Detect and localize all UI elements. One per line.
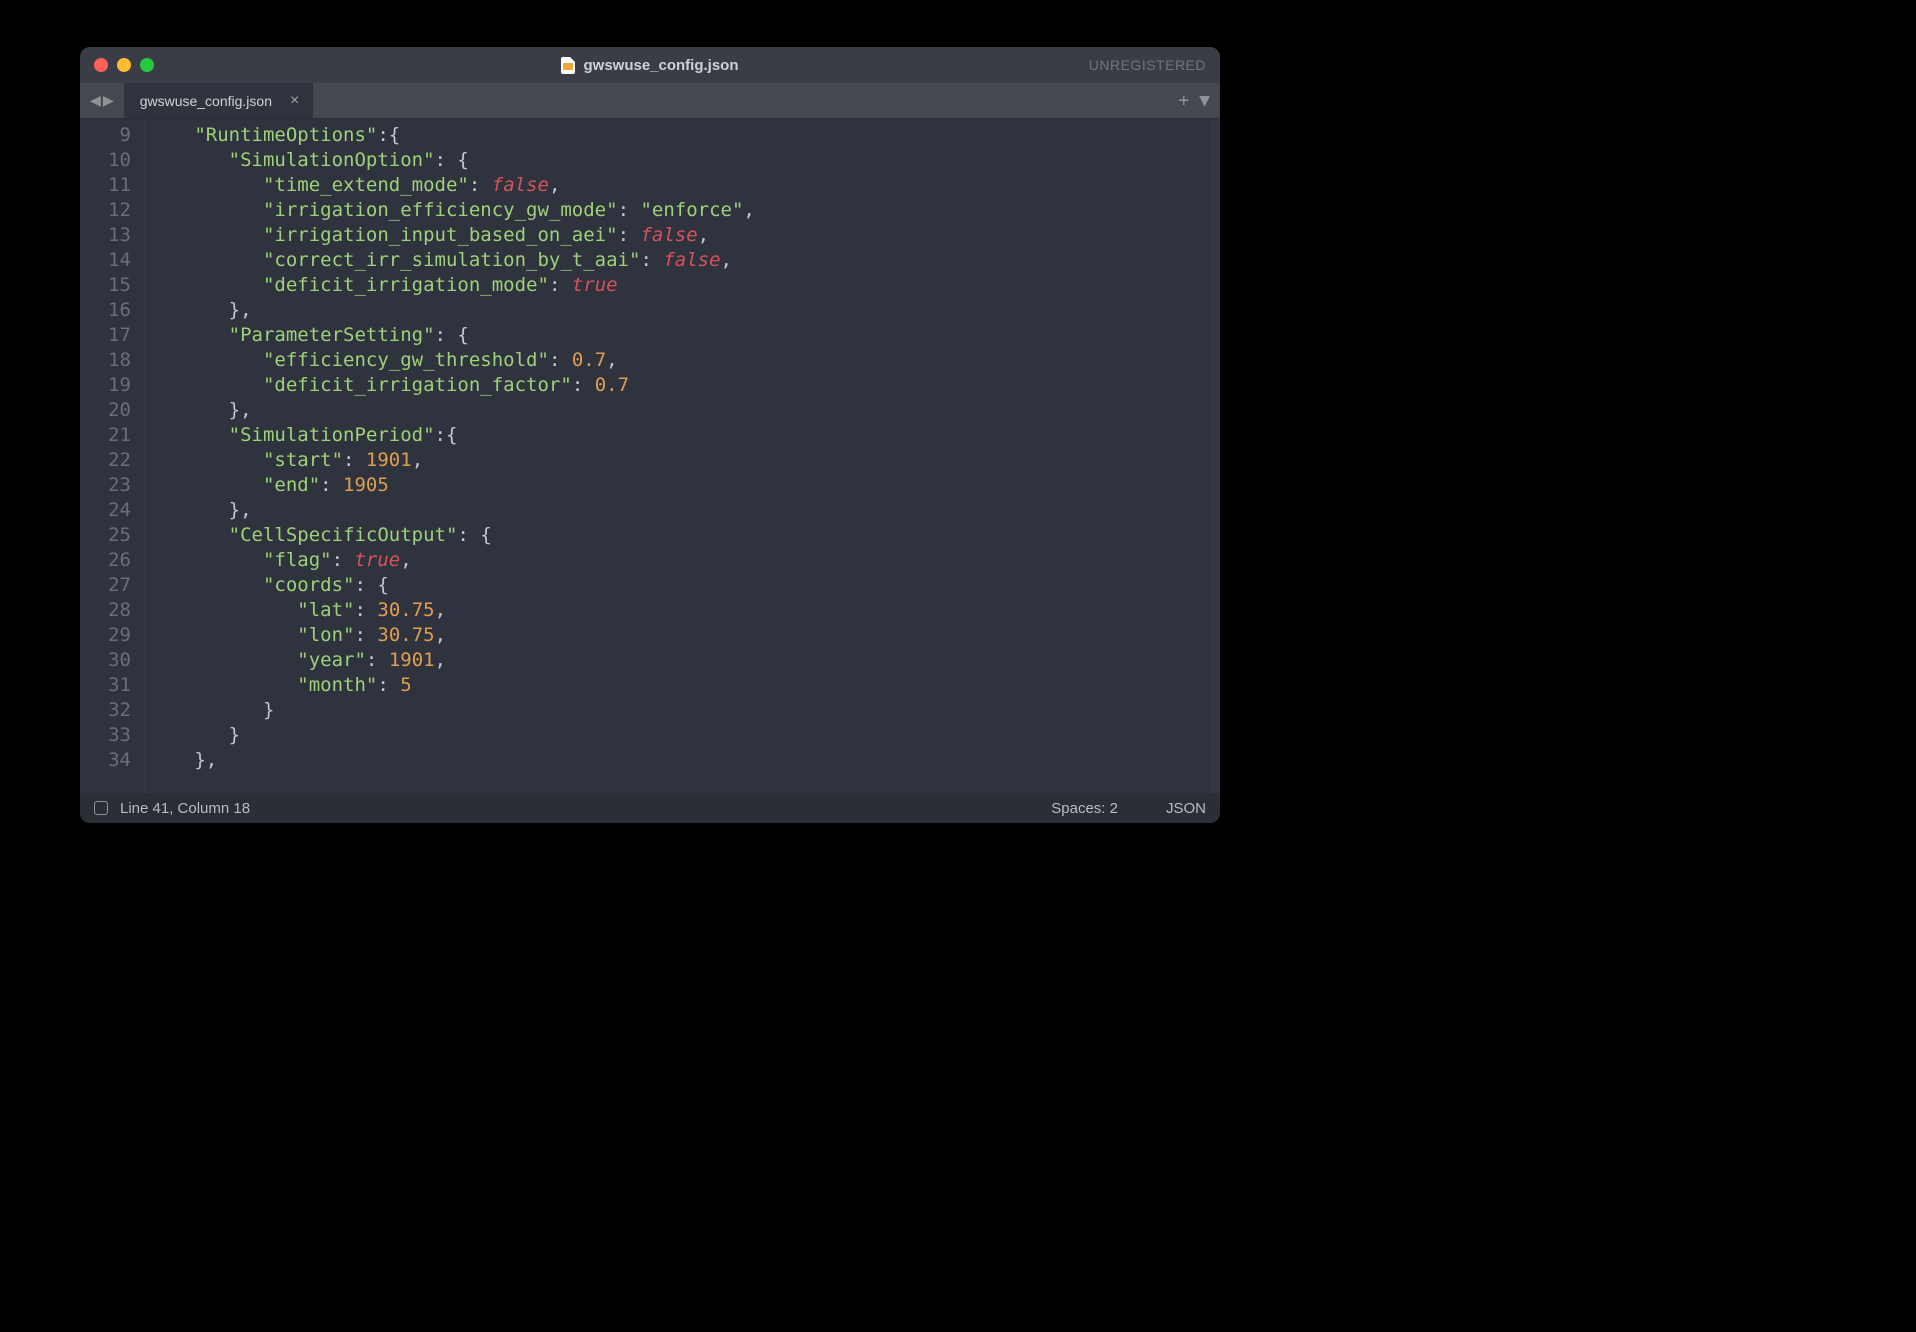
code-line: "coords": { [160,573,1220,598]
tab-close-icon[interactable]: × [290,92,299,110]
line-number: 20 [80,398,145,423]
code-line: }, [160,398,1220,423]
unregistered-label: UNREGISTERED [1089,57,1206,73]
tab-label: gwswuse_config.json [140,93,272,109]
code-line: "CellSpecificOutput": { [160,523,1220,548]
cursor-position[interactable]: Line 41, Column 18 [120,800,250,817]
code-line: "irrigation_efficiency_gw_mode": "enforc… [160,198,1220,223]
file-icon [561,57,575,74]
code-line: "time_extend_mode": false, [160,173,1220,198]
nav-arrows: ◀▶ [80,83,124,118]
line-number: 21 [80,423,145,448]
code-line: "year": 1901, [160,648,1220,673]
minimize-window-button[interactable] [117,58,131,72]
code-line: "SimulationPeriod":{ [160,423,1220,448]
code-line: "deficit_irrigation_factor": 0.7 [160,373,1220,398]
line-number: 23 [80,473,145,498]
line-number: 34 [80,748,145,773]
line-number: 9 [80,123,145,148]
line-number: 24 [80,498,145,523]
line-number: 12 [80,198,145,223]
titlebar: gwswuse_config.json UNREGISTERED [80,47,1220,83]
line-gutter: 9101112131415161718192021222324252627282… [80,119,146,793]
line-number: 29 [80,623,145,648]
code-line: "start": 1901, [160,448,1220,473]
editor-area: 9101112131415161718192021222324252627282… [80,119,1220,793]
code-line: "correct_irr_simulation_by_t_aai": false… [160,248,1220,273]
editor-window: gwswuse_config.json UNREGISTERED ◀▶ gwsw… [80,47,1220,823]
line-number: 31 [80,673,145,698]
line-number: 27 [80,573,145,598]
status-panel-toggle[interactable] [94,801,108,815]
code-line: } [160,723,1220,748]
line-number: 22 [80,448,145,473]
nav-forward-icon[interactable]: ▶ [103,90,114,111]
code-line: "RuntimeOptions":{ [160,123,1220,148]
line-number: 13 [80,223,145,248]
line-number: 33 [80,723,145,748]
tab-active[interactable]: gwswuse_config.json × [124,83,315,118]
line-number: 16 [80,298,145,323]
indent-setting[interactable]: Spaces: 2 [1051,800,1118,817]
window-title-text: gwswuse_config.json [583,57,738,74]
status-bar: Line 41, Column 18 Spaces: 2 JSON [80,793,1220,823]
code-content[interactable]: "RuntimeOptions":{ "SimulationOption": {… [146,119,1220,793]
window-title: gwswuse_config.json [80,57,1220,74]
line-number: 17 [80,323,145,348]
code-line: }, [160,298,1220,323]
new-tab-icon[interactable]: + [1178,90,1189,111]
code-line: "end": 1905 [160,473,1220,498]
traffic-lights [80,58,154,72]
minimap[interactable] [1210,119,1220,793]
nav-back-icon[interactable]: ◀ [90,90,101,111]
code-line: "flag": true, [160,548,1220,573]
code-line: } [160,698,1220,723]
code-line: }, [160,748,1220,773]
syntax-mode[interactable]: JSON [1166,800,1206,817]
line-number: 25 [80,523,145,548]
code-line: "efficiency_gw_threshold": 0.7, [160,348,1220,373]
line-number: 11 [80,173,145,198]
line-number: 28 [80,598,145,623]
code-line: }, [160,498,1220,523]
line-number: 10 [80,148,145,173]
line-number: 19 [80,373,145,398]
code-line: "month": 5 [160,673,1220,698]
line-number: 30 [80,648,145,673]
line-number: 32 [80,698,145,723]
code-line: "SimulationOption": { [160,148,1220,173]
line-number: 14 [80,248,145,273]
code-line: "irrigation_input_based_on_aei": false, [160,223,1220,248]
tabbar-right-controls: + ▼ [1178,83,1210,118]
zoom-window-button[interactable] [140,58,154,72]
code-line: "lon": 30.75, [160,623,1220,648]
code-line: "ParameterSetting": { [160,323,1220,348]
code-line: "lat": 30.75, [160,598,1220,623]
close-window-button[interactable] [94,58,108,72]
code-line: "deficit_irrigation_mode": true [160,273,1220,298]
tab-bar: ◀▶ gwswuse_config.json × + ▼ [80,83,1220,119]
line-number: 26 [80,548,145,573]
tab-menu-icon[interactable]: ▼ [1199,90,1210,111]
line-number: 18 [80,348,145,373]
line-number: 15 [80,273,145,298]
